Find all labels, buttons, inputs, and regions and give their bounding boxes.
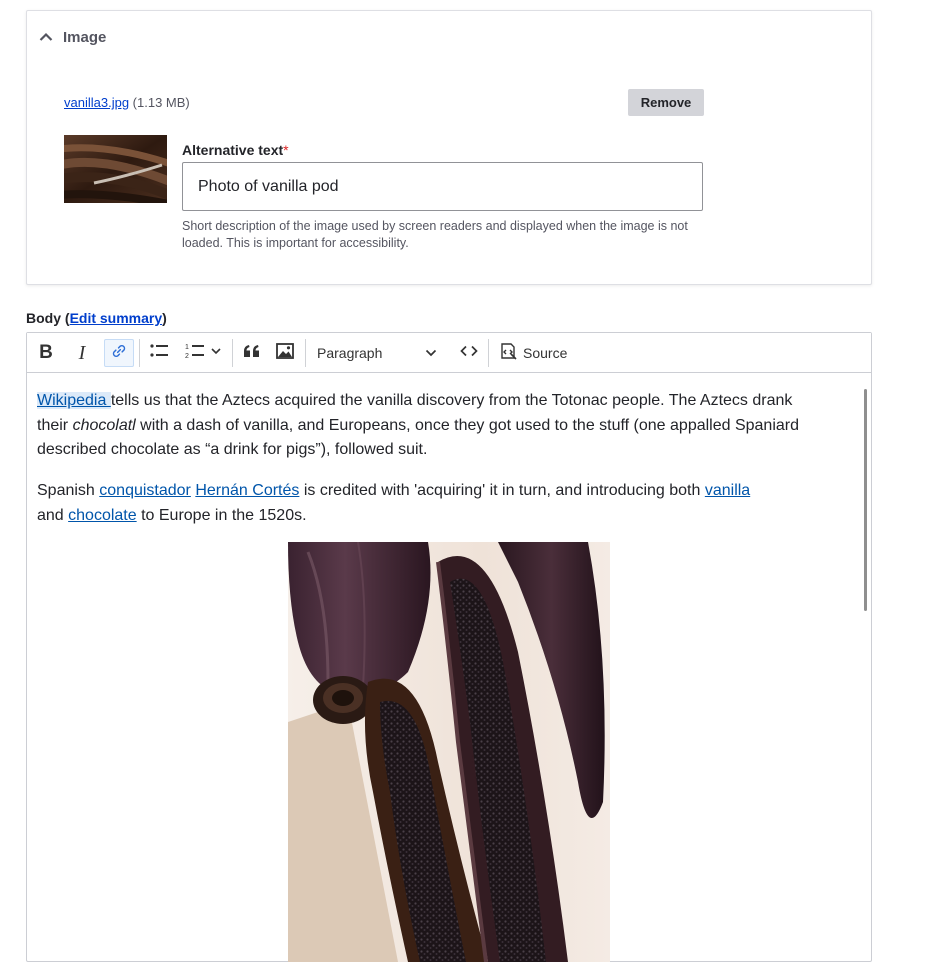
vanilla-link[interactable]: vanilla	[705, 482, 750, 499]
chocolate-link[interactable]: chocolate	[68, 507, 137, 524]
paren-close: )	[162, 310, 167, 326]
remove-button[interactable]: Remove	[628, 89, 704, 116]
file-size: (1.13 MB)	[132, 95, 190, 110]
blockquote-icon	[243, 344, 261, 363]
blockquote-button[interactable]	[237, 339, 267, 367]
chevron-down-icon	[425, 344, 437, 362]
image-details-panel: Image vanilla3.jpg (1.13 MB) Remove Alte…	[26, 10, 872, 285]
image-panel-title: Image	[63, 28, 107, 46]
alt-text-label: Alternative text*	[182, 142, 289, 158]
p2-text-b: is credited with 'acquiring' it in turn,…	[299, 482, 705, 499]
code-icon	[460, 344, 478, 362]
svg-text:2: 2	[185, 353, 189, 360]
alt-text-description: Short description of the image used by s…	[182, 219, 688, 250]
toolbar-separator	[488, 339, 489, 367]
toolbar-separator	[139, 339, 140, 367]
vanilla-pod-image[interactable]	[288, 542, 610, 962]
image-panel-toggle[interactable]: Image	[39, 25, 106, 49]
bold-button[interactable]: B	[33, 339, 59, 367]
italic-icon: I	[78, 341, 86, 364]
alt-text-input[interactable]	[182, 162, 703, 211]
editor-scrollbar[interactable]	[864, 389, 867, 611]
code-button[interactable]	[454, 339, 484, 367]
p2-text-c: and	[37, 506, 69, 524]
source-button[interactable]: Source	[495, 339, 567, 367]
image-thumbnail	[64, 135, 167, 203]
source-label: Source	[523, 345, 568, 361]
conquistador-link[interactable]: conquistador	[99, 482, 191, 499]
insert-image-button[interactable]	[270, 339, 300, 367]
bulleted-list-button[interactable]	[144, 339, 174, 367]
wikipedia-link[interactable]: Wikipedia	[37, 392, 111, 409]
file-info: vanilla3.jpg (1.13 MB)	[64, 95, 190, 110]
editor-toolbar: B I 12 Paragraph Source	[27, 333, 871, 373]
required-marker: *	[283, 142, 289, 158]
hernan-cortes-link[interactable]: Hernán Cortés	[195, 482, 299, 499]
source-icon	[498, 341, 518, 366]
bulleted-list-icon	[149, 342, 169, 365]
numbered-list-button[interactable]: 12	[180, 339, 228, 367]
italic-chocolatl: chocolatl	[72, 416, 136, 434]
body-field-label: Body (Edit summary)	[26, 310, 167, 326]
heading-dropdown-value: Paragraph	[317, 345, 383, 361]
alt-text-label-text: Alternative text	[182, 142, 284, 158]
paragraph-2: Spanish conquistador Hernán Cortés is cr…	[37, 479, 827, 528]
edit-summary-link[interactable]: Edit summary	[70, 310, 163, 326]
heading-dropdown[interactable]: Paragraph	[311, 339, 443, 367]
body-label-text: Body	[26, 310, 61, 326]
svg-text:1: 1	[185, 344, 189, 351]
chevron-up-icon	[39, 32, 53, 42]
editor-content[interactable]: Wikipedia tells us that the Aztecs acqui…	[27, 374, 871, 964]
toolbar-separator	[305, 339, 306, 367]
link-button[interactable]	[104, 339, 134, 367]
link-icon	[110, 342, 128, 365]
paragraph-1: Wikipedia tells us that the Aztecs acqui…	[37, 389, 827, 463]
image-icon	[276, 342, 294, 364]
file-name-link[interactable]: vanilla3.jpg	[64, 95, 129, 110]
toolbar-separator	[232, 339, 233, 367]
italic-button[interactable]: I	[69, 339, 95, 367]
numbered-list-icon: 12	[184, 342, 224, 365]
p1-text-b: with a dash of vanilla, and Europeans, o…	[37, 416, 800, 459]
p2-text-d: to Europe in the 1520s.	[136, 506, 307, 524]
rich-text-editor: B I 12 Paragraph Source Wikipedia tells …	[26, 332, 872, 962]
bold-icon: B	[39, 342, 53, 363]
paren-open: (	[61, 310, 70, 326]
p2-text-a: Spanish	[37, 482, 100, 499]
